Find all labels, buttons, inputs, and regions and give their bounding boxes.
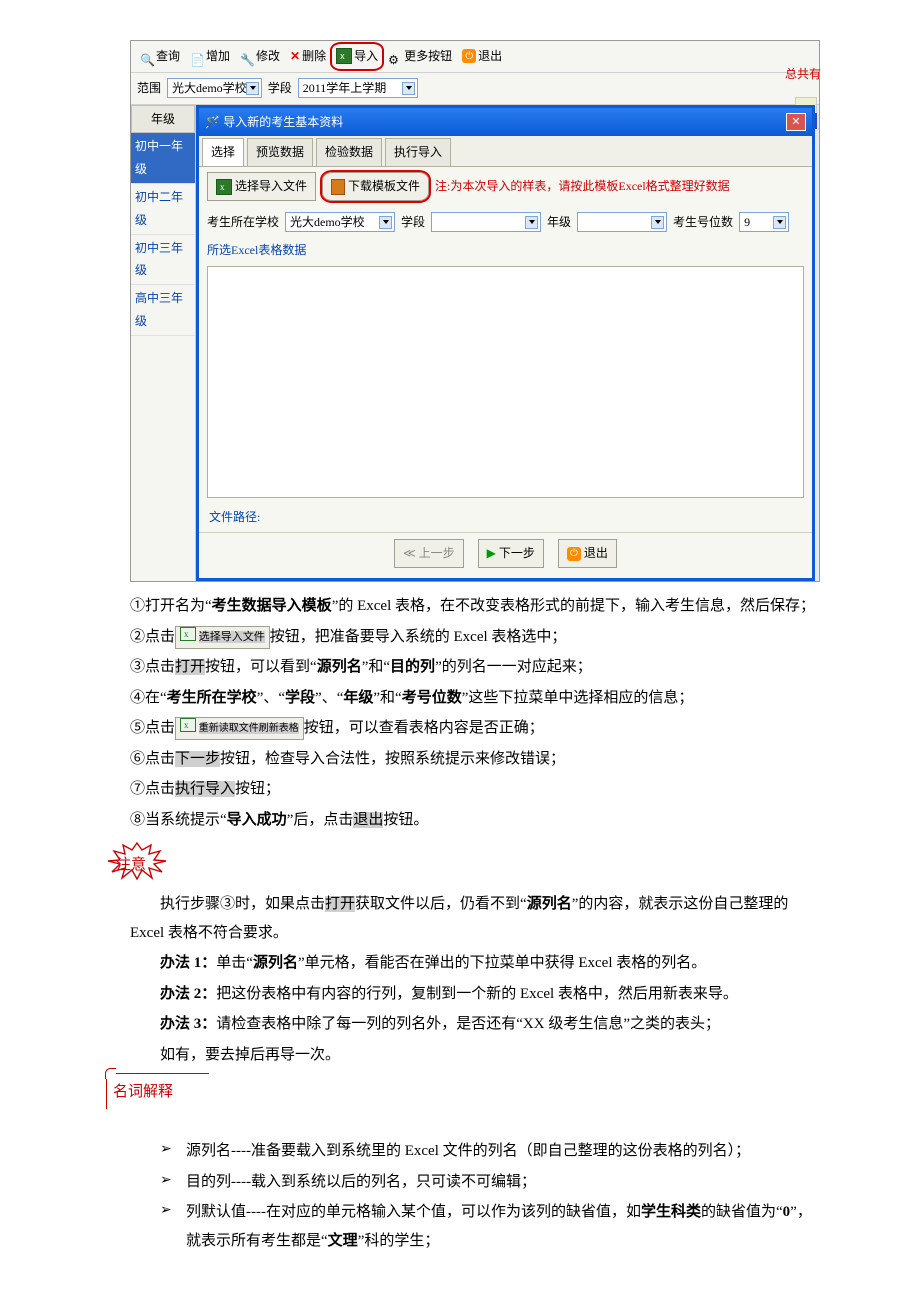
school-combo[interactable]: 光大demo学校 [285,212,395,232]
sidebar-head: 年级 [131,105,195,134]
excel-icon [216,179,232,195]
excel-icon [180,718,196,732]
excel-icon [180,627,196,641]
arrow-icon: ▶ [487,542,496,565]
reload-inline-button: 重新读取文件刷新表格 [175,717,304,740]
tab-check[interactable]: 检验数据 [316,138,382,166]
power-icon: ⏻ [567,547,581,561]
hint-text: 注:为本次导入的样表，请按此模板Excel格式整理好数据 [435,175,730,198]
excel-icon [336,48,352,64]
prev-button[interactable]: ≪ 上一步 [394,539,464,568]
close-icon[interactable]: ✕ [786,113,806,131]
tab-select[interactable]: 选择 [202,138,244,166]
digits-label: 考生号位数 [673,211,733,234]
modify-button[interactable]: 🔧修改 [236,44,284,69]
more-button[interactable]: ⚙更多按钮 [384,44,456,69]
term-label: 学段 [268,77,292,100]
seg-combo[interactable] [431,212,541,232]
power-icon: ⏻ [462,49,476,63]
dialog-tabs: 选择 预览数据 检验数据 执行导入 [199,136,812,167]
seg-label: 学段 [401,211,425,234]
page-icon: 📄 [190,49,204,63]
dialog-footer: ≪ 上一步 ▶ 下一步 ⏻退出 [199,532,812,578]
school-label: 考生所在学校 [207,211,279,234]
note-callout: 注意 [102,842,820,884]
book-icon [331,179,345,195]
search-button[interactable]: 🔍查询 [136,44,184,69]
magnifier-icon: 🔍 [140,49,154,63]
total-flag: 总共有 [785,63,821,86]
instruction-text: ①打开名为“考生数据导入模板”的 Excel 表格，在不改变表格形式的前提下，输… [130,592,820,834]
add-button[interactable]: 📄增加 [186,44,234,69]
filter-bar: 范围 光大demo学校 学段 2011学年上学期 [131,73,819,105]
sidebar-item[interactable]: 高中三年级 [131,285,195,336]
sidebar-item[interactable]: 初中三年级 [131,235,195,286]
sidebar-item[interactable]: 初中一年级 [131,133,195,184]
app-screenshot: 🔍查询 📄增加 🔧修改 ✕删除 导入 ⚙更多按钮 ⏻退出 范围 光大demo学校… [130,40,820,582]
excel-preview-area [207,266,804,498]
gear-icon: ⚙ [388,49,402,63]
delete-button[interactable]: ✕删除 [286,44,330,69]
note-label: 注意 [116,851,146,880]
file-path-label: 文件路径: [199,502,812,533]
dialog-title-bar: 🪄 导入新的考生基本资料 ✕ [199,108,812,137]
glossary-callout: 名词解释 [106,1073,209,1109]
tab-execute[interactable]: 执行导入 [385,138,451,166]
x-icon: ✕ [290,45,300,68]
tab-preview[interactable]: 预览数据 [247,138,313,166]
exit-button[interactable]: ⏻退出 [458,44,506,69]
excel-area-label: 所选Excel表格数据 [199,239,812,262]
grade-sidebar: 年级 初中一年级 初中二年级 初中三年级 高中三年级 [131,105,196,582]
next-button[interactable]: ▶ 下一步 [478,539,544,568]
digits-combo[interactable]: 9 [739,212,789,232]
grade-label: 年级 [547,211,571,234]
download-template-button[interactable]: 下载模板文件 [322,172,429,201]
main-toolbar: 🔍查询 📄增加 🔧修改 ✕删除 导入 ⚙更多按钮 ⏻退出 [131,41,819,73]
glossary-list: 源列名----准备要载入到系统里的 Excel 文件的列名（即自己整理的这份表格… [130,1137,820,1255]
wrench-icon: 🔧 [240,49,254,63]
select-file-inline-button: 选择导入文件 [175,626,270,649]
note-text: 执行步骤③时，如果点击打开获取文件以后，仍看不到“源列名”的内容，就表示这份自己… [130,890,820,1069]
scope-combo[interactable]: 光大demo学校 [167,78,262,98]
scope-label: 范围 [137,77,161,100]
term-combo[interactable]: 2011学年上学期 [298,78,418,98]
dlg-exit-button[interactable]: ⏻退出 [558,539,617,568]
grade-combo[interactable] [577,212,667,232]
import-dialog: 🪄 导入新的考生基本资料 ✕ 选择 预览数据 检验数据 执行导入 选择导入文件 … [196,105,815,582]
sidebar-item[interactable]: 初中二年级 [131,184,195,235]
glossary-label: 名词解释 [113,1084,173,1100]
import-button[interactable]: 导入 [332,44,382,69]
select-file-button[interactable]: 选择导入文件 [207,172,316,201]
wizard-icon: 🪄 [205,115,220,129]
